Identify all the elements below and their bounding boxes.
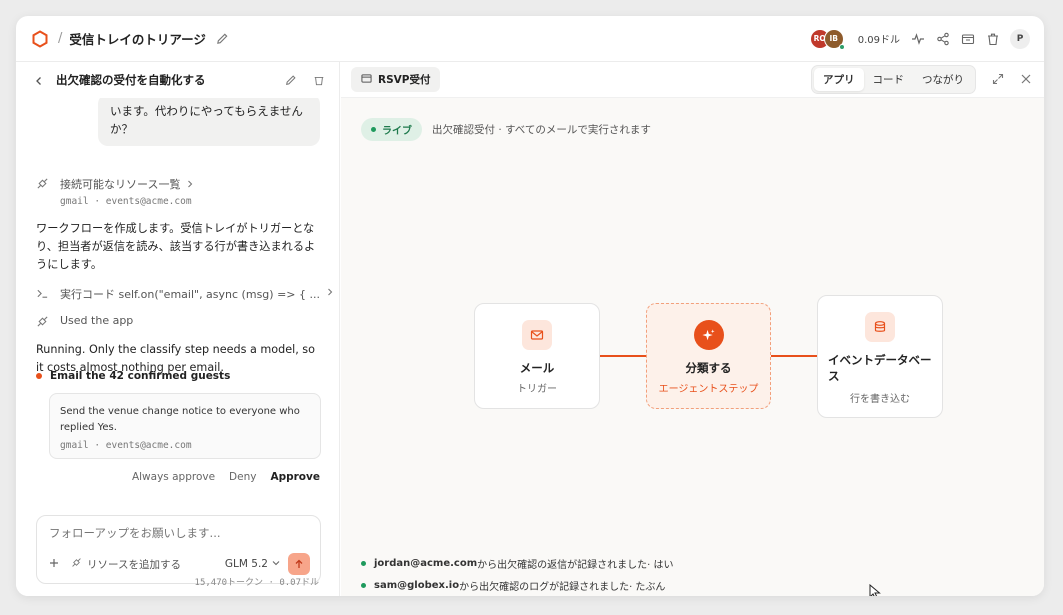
- breadcrumb-separator: /: [58, 31, 63, 46]
- node-subtitle: 行を書き込む: [850, 394, 910, 405]
- always-approve-button[interactable]: Always approve: [132, 471, 215, 483]
- model-label: GLM 5.2: [224, 558, 268, 570]
- chevron-down-icon: [272, 558, 280, 570]
- online-indicator: [838, 43, 845, 50]
- pending-dot: [36, 373, 42, 379]
- plug-icon: [71, 557, 82, 571]
- project-title: 受信トレイのトリアージ: [69, 32, 206, 47]
- tool-call-used-app[interactable]: Used the app: [36, 314, 133, 329]
- log-entry: jordan@acme.com から出欠確認の返信が記録されました· はい: [361, 556, 674, 571]
- mail-icon: [522, 320, 552, 350]
- chat-title: 出欠確認の受付を自動化する: [56, 73, 206, 87]
- log-sender: sam@globex.io: [374, 580, 460, 591]
- top-bar: / 受信トレイのトリアージ RO IB 0.09ドル P: [16, 16, 1044, 62]
- approval-source: gmail · events@acme.com: [60, 440, 192, 451]
- chat-panel: 出欠確認の受付を自動化する います。代わりにやってもらえませんか？ 接続可能なリ…: [16, 62, 340, 596]
- edge-mail-classify: [600, 355, 646, 357]
- back-chevron-icon[interactable]: [34, 71, 44, 90]
- chat-thread: います。代わりにやってもらえませんか？ 接続可能なリソース一覧 gmail · …: [16, 98, 340, 498]
- tool-call-list-resources[interactable]: 接続可能なリソース一覧 gmail · events@acme.com: [36, 176, 194, 207]
- close-icon[interactable]: [1020, 70, 1032, 89]
- tab-connections[interactable]: つながり: [913, 68, 973, 91]
- tool-sub: gmail · events@acme.com: [60, 196, 192, 207]
- app-window: / 受信トレイのトリアージ RO IB 0.09ドル P 出欠確認の受付を自動化…: [16, 16, 1044, 596]
- tool-label: 実行コード self.on("email", async (msg) => { …: [60, 288, 320, 301]
- approval-body: Send the venue change notice to everyone…: [60, 406, 300, 433]
- plug-icon: [36, 315, 50, 329]
- composer: リソースを追加する GLM 5.2: [36, 515, 321, 584]
- trash-icon[interactable]: [985, 31, 1000, 46]
- node-mail[interactable]: メール トリガー: [474, 303, 600, 409]
- database-icon: [865, 312, 895, 342]
- node-subtitle: トリガー: [517, 384, 557, 395]
- cost-label: 0.09ドル: [857, 35, 900, 46]
- share-icon[interactable]: [935, 31, 950, 46]
- arrow-up-icon: [295, 559, 303, 568]
- log-sender: jordan@acme.com: [374, 558, 478, 569]
- chevron-right-icon: [186, 178, 194, 191]
- sparkle-icon: [693, 320, 724, 350]
- tab-code[interactable]: コード: [864, 68, 914, 91]
- deny-button[interactable]: Deny: [229, 471, 256, 483]
- app-chip-label: RSVP受付: [378, 74, 431, 86]
- edge-classify-database: [771, 355, 817, 357]
- node-title: 分類する: [685, 361, 732, 375]
- user-avatar[interactable]: P: [1010, 28, 1030, 49]
- chat-header: 出欠確認の受付を自動化する: [16, 62, 339, 98]
- node-subtitle: エージェントステップ: [658, 384, 759, 395]
- live-label: ライブ: [382, 126, 412, 137]
- node-title: イベントデータベース: [828, 353, 932, 383]
- add-resource-button[interactable]: リソースを追加する: [71, 557, 181, 572]
- plug-icon: [36, 177, 50, 191]
- log-entry: sam@globex.io から出欠確認のログが記録されました· たぶん: [361, 578, 665, 593]
- tool-label: Used the app: [60, 314, 134, 327]
- node-title: メール: [519, 361, 555, 375]
- log-text: から出欠確認の返信が記録されました· はい: [477, 560, 674, 571]
- user-message: います。代わりにやってもらえませんか？: [98, 98, 320, 146]
- plus-icon[interactable]: [49, 558, 59, 571]
- chevron-right-icon: [326, 286, 334, 299]
- followup-input[interactable]: [49, 526, 309, 540]
- expand-icon[interactable]: [992, 70, 1004, 89]
- model-selector[interactable]: GLM 5.2: [225, 558, 280, 570]
- status-text: 出欠確認受付 · すべてのメールで実行されます: [432, 124, 651, 136]
- log-dot: [361, 561, 366, 566]
- live-dot: [371, 127, 376, 132]
- node-database[interactable]: イベントデータベース 行を書き込む: [817, 295, 943, 418]
- activity-icon[interactable]: [910, 31, 925, 46]
- app-preview-panel: RSVP受付 アプリ コード つながり ライブ 出欠確認受付 · すべてのメール…: [341, 62, 1044, 596]
- mouse-cursor-icon: [869, 583, 881, 596]
- node-classify[interactable]: 分類する エージェントステップ: [646, 303, 771, 409]
- edit-title-icon[interactable]: [216, 32, 230, 46]
- log-text: から出欠確認のログが記録されました· たぶん: [459, 582, 666, 593]
- log-dot: [361, 583, 366, 588]
- tool-label: 接続可能なリソース一覧: [60, 178, 181, 191]
- terminal-icon: [36, 287, 50, 301]
- edit-icon[interactable]: [285, 71, 297, 90]
- send-button[interactable]: [288, 553, 310, 575]
- tab-app[interactable]: アプリ: [814, 68, 864, 91]
- app-chip[interactable]: RSVP受付: [351, 67, 441, 92]
- task-title: Email the 42 confirmed guests: [50, 370, 231, 382]
- live-badge: ライブ: [361, 118, 422, 141]
- window-icon: [361, 73, 372, 87]
- logo-icon[interactable]: [30, 29, 50, 49]
- approval-card: Send the venue change notice to everyone…: [49, 393, 321, 459]
- preview-header: RSVP受付 アプリ コード つながり: [341, 62, 1044, 98]
- assistant-reply: ワークフローを作成します。受信トレイがトリガーとなり、担当者が返信を読み、該当す…: [36, 222, 316, 271]
- workflow-status: ライブ 出欠確認受付 · すべてのメールで実行されます: [361, 118, 651, 141]
- approve-button[interactable]: Approve: [270, 471, 320, 483]
- collaborator-avatars[interactable]: RO IB: [809, 28, 845, 50]
- archive-icon[interactable]: [960, 31, 975, 46]
- tool-call-run-code[interactable]: 実行コード self.on("email", async (msg) => { …: [36, 286, 334, 302]
- view-tabs: アプリ コード つながり: [811, 65, 976, 94]
- add-resource-label: リソースを追加する: [87, 558, 181, 571]
- token-usage: 15,470トークン · 0.07ドル: [194, 578, 319, 588]
- delete-icon[interactable]: [313, 71, 325, 90]
- approval-actions: Always approve Deny Approve: [132, 471, 320, 483]
- pending-task: Email the 42 confirmed guests: [36, 370, 230, 382]
